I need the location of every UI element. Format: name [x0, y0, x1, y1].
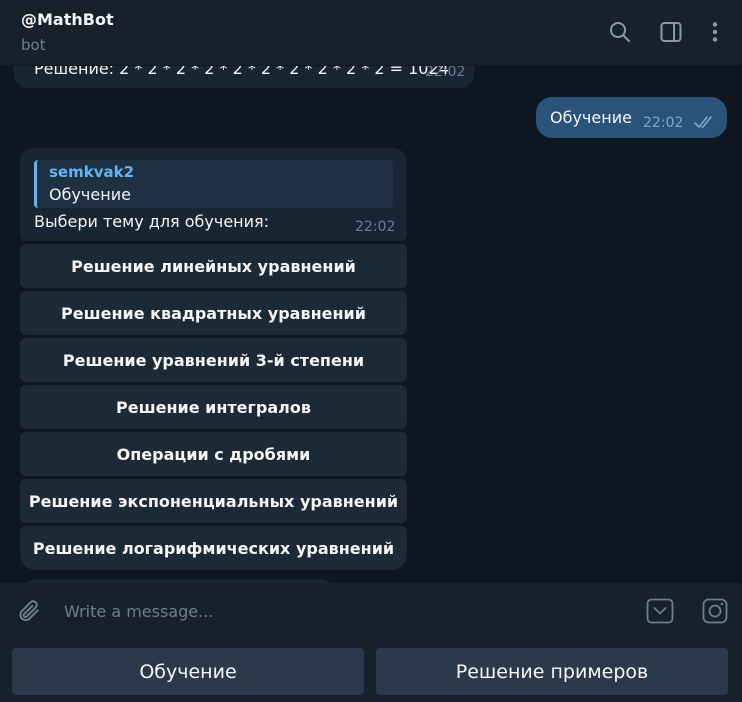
inline-button-linear-equations[interactable]: Решение линейных уравнений — [20, 244, 407, 288]
inline-button-integrals[interactable]: Решение интегралов — [20, 385, 407, 429]
search-icon[interactable] — [608, 20, 632, 44]
keyboard-toggle-icon[interactable] — [646, 598, 674, 624]
attach-icon[interactable] — [16, 598, 42, 624]
message-list[interactable]: Решение: 2 * 2 * 2 * 2 * 2 * 2 * 2 * 2 *… — [0, 66, 742, 583]
outgoing-message[interactable]: Обучение 22:02 — [536, 97, 727, 138]
inline-button-fractions[interactable]: Операции с дробями — [20, 432, 407, 476]
inline-button-cubic-equations[interactable]: Решение уравнений 3-й степени — [20, 338, 407, 382]
bot-message[interactable]: semkvak2 Обучение Выбери тему для обучен… — [20, 148, 407, 241]
reply-quote[interactable]: semkvak2 Обучение — [34, 160, 393, 208]
message-text: Выбери тему для обучения: — [34, 212, 270, 231]
message-composer — [0, 583, 742, 639]
double-check-icon — [694, 116, 712, 128]
chat-status: bot — [21, 36, 46, 54]
reply-button-solve-examples[interactable]: Решение примеров — [376, 648, 728, 695]
message-time: 22:02 — [355, 219, 396, 235]
reply-author: semkvak2 — [49, 163, 135, 181]
sidebar-toggle-icon[interactable] — [659, 20, 683, 44]
camera-icon[interactable] — [702, 598, 728, 624]
message-text: Обучение — [550, 108, 632, 127]
message-time: 22:02 — [425, 66, 466, 80]
inline-button-logarithmic-equations[interactable]: Решение логарифмических уравнений — [20, 526, 407, 570]
inline-button-exponential-equations[interactable]: Решение экспоненциальных уравнений — [20, 479, 407, 523]
reply-button-learning[interactable]: Обучение — [12, 648, 364, 695]
reply-keyboard: Обучение Решение примеров — [0, 639, 742, 702]
message-input[interactable] — [52, 597, 622, 625]
chat-title[interactable]: @MathBot — [21, 10, 114, 29]
more-vertical-icon[interactable] — [703, 20, 727, 44]
inline-button-quadratic-equations[interactable]: Решение квадратных уравнений — [20, 291, 407, 335]
incoming-message[interactable]: Решение: 2 * 2 * 2 * 2 * 2 * 2 * 2 * 2 *… — [14, 66, 474, 88]
reply-text: Обучение — [49, 185, 131, 204]
message-text: Решение: 2 * 2 * 2 * 2 * 2 * 2 * 2 * 2 *… — [34, 66, 449, 78]
chat-header: @MathBot bot — [0, 0, 742, 66]
message-time: 22:02 — [643, 115, 684, 131]
